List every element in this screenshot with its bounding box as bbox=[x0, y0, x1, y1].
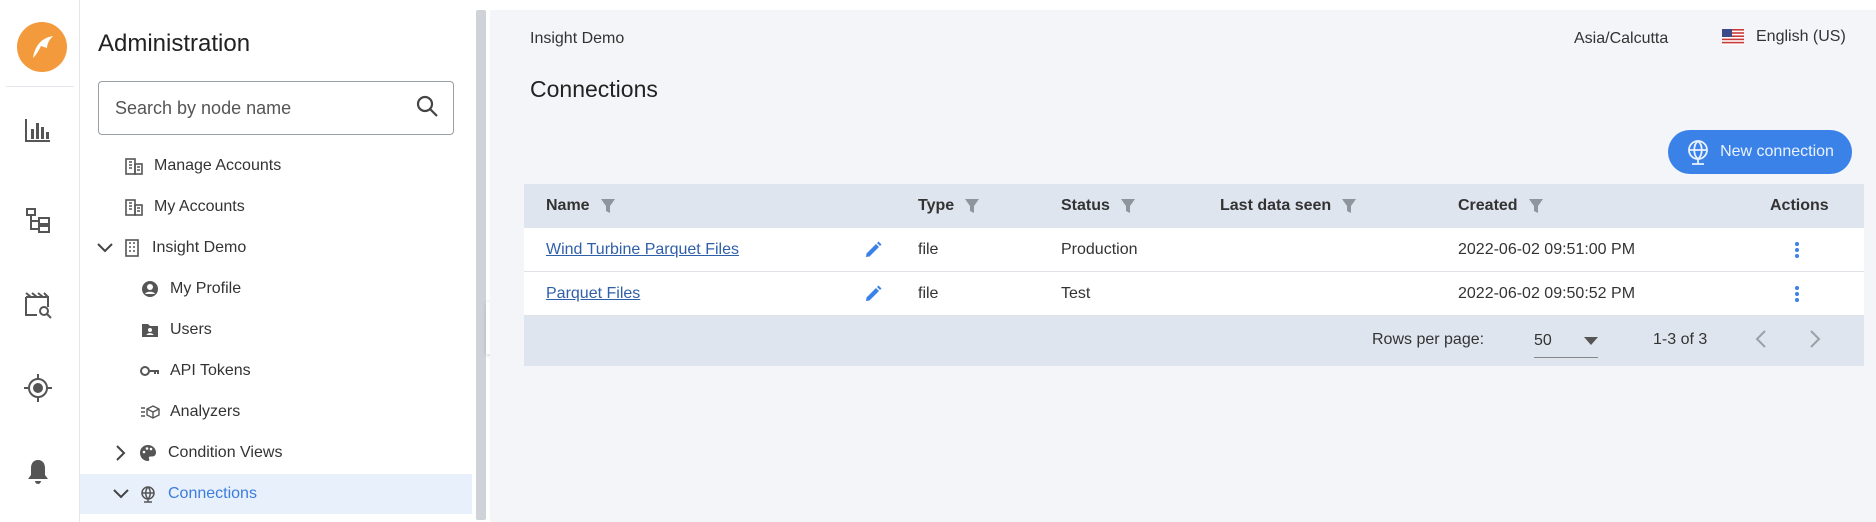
tree-item-connections[interactable]: Connections bbox=[80, 474, 472, 514]
users-folder-icon bbox=[140, 320, 160, 340]
location-target-icon[interactable] bbox=[20, 370, 56, 406]
timezone-label[interactable]: Asia/Calcutta bbox=[1574, 30, 1668, 48]
tree-item-insight-demo[interactable]: Insight Demo bbox=[80, 228, 472, 268]
pagination-range: 1-3 of 3 bbox=[1653, 331, 1708, 348]
tree-item-label: API Tokens bbox=[170, 362, 251, 379]
search-icon[interactable] bbox=[415, 94, 439, 123]
table-pagination: Rows per page: 50 1-3 of 3 bbox=[524, 316, 1864, 366]
tree-item-condition-views[interactable]: Condition Views bbox=[80, 433, 472, 473]
tree-scrollbar[interactable] bbox=[476, 10, 486, 520]
cell-name: Wind Turbine Parquet Files bbox=[546, 228, 739, 272]
column-header-name[interactable]: Name bbox=[546, 184, 616, 228]
cell-type: file bbox=[918, 241, 939, 258]
icon-rail bbox=[0, 0, 80, 522]
search-box[interactable] bbox=[98, 81, 454, 135]
tree-item-label: Connections bbox=[168, 485, 257, 502]
tree-item-analyzers[interactable]: Analyzers bbox=[80, 392, 472, 432]
hierarchy-tree-icon[interactable] bbox=[20, 202, 56, 238]
language-label: English (US) bbox=[1756, 28, 1846, 45]
tree-item-label: Users bbox=[170, 321, 212, 338]
table-row: Parquet Files file Test 2022-06-02 09:50… bbox=[524, 272, 1864, 316]
palette-icon bbox=[138, 443, 158, 463]
column-header-created[interactable]: Created bbox=[1458, 184, 1544, 228]
tree-item-api-tokens[interactable]: API Tokens bbox=[80, 351, 472, 391]
language-selector[interactable]: English (US) bbox=[1722, 28, 1846, 46]
apartment-building-icon bbox=[122, 238, 142, 258]
tree-item-label: My Profile bbox=[170, 280, 242, 297]
page-title: Connections bbox=[530, 76, 658, 102]
cell-type: file bbox=[918, 285, 939, 302]
edit-pencil-icon[interactable] bbox=[864, 272, 882, 316]
tree-item-label: Manage Accounts bbox=[154, 157, 282, 174]
globe-network-icon bbox=[138, 484, 158, 504]
column-header-status[interactable]: Status bbox=[1061, 184, 1136, 228]
table-row: Wind Turbine Parquet Files file Producti… bbox=[524, 228, 1864, 272]
key-icon bbox=[140, 361, 160, 381]
building-icon bbox=[124, 156, 144, 176]
analytics-chart-icon[interactable] bbox=[20, 112, 56, 148]
cell-name: Parquet Files bbox=[546, 272, 640, 316]
rows-per-page-select[interactable]: 50 bbox=[1534, 324, 1598, 358]
column-label: Type bbox=[918, 197, 955, 214]
tree-item-my-profile[interactable]: My Profile bbox=[80, 269, 472, 309]
column-label: Last data seen bbox=[1220, 197, 1332, 214]
column-header-last-data-seen[interactable]: Last data seen bbox=[1220, 184, 1357, 228]
sidebar-title: Administration bbox=[98, 30, 251, 57]
filter-icon[interactable] bbox=[1120, 198, 1136, 214]
tree-item-label: My Accounts bbox=[154, 198, 245, 215]
building-icon bbox=[124, 197, 144, 217]
table-header: Name Type Status Last data seen Created … bbox=[524, 184, 1864, 228]
tree-item-manage-accounts[interactable]: Manage Accounts bbox=[80, 146, 472, 186]
caret-down-icon bbox=[1584, 332, 1598, 350]
rows-per-page-value: 50 bbox=[1534, 331, 1552, 349]
previous-page-chevron-icon[interactable] bbox=[1754, 328, 1768, 355]
tree-item-label: Analyzers bbox=[170, 403, 241, 420]
filter-icon[interactable] bbox=[964, 198, 980, 214]
new-connection-label: New connection bbox=[1720, 143, 1834, 160]
chevron-right-icon[interactable] bbox=[112, 444, 130, 462]
column-label: Status bbox=[1061, 197, 1110, 214]
tree-item-label: Condition Views bbox=[168, 444, 283, 461]
tree-item-my-accounts[interactable]: My Accounts bbox=[80, 187, 472, 227]
analyzer-cube-icon bbox=[140, 402, 160, 422]
column-label: Actions bbox=[1770, 197, 1829, 214]
tree-item-label: Insight Demo bbox=[152, 239, 247, 256]
rail-divider bbox=[6, 86, 74, 87]
filter-icon[interactable] bbox=[600, 198, 616, 214]
cell-status: Test bbox=[1061, 285, 1091, 302]
tree-item-users[interactable]: Users bbox=[80, 310, 472, 350]
connection-name-link[interactable]: Wind Turbine Parquet Files bbox=[546, 241, 739, 259]
app-logo-icon[interactable] bbox=[17, 22, 67, 72]
admin-tree-panel: Administration Manage Accounts My Accoun… bbox=[80, 0, 476, 522]
chevron-down-icon[interactable] bbox=[112, 485, 130, 503]
chevron-down-icon[interactable] bbox=[96, 239, 114, 257]
edit-pencil-icon[interactable] bbox=[864, 228, 882, 272]
next-page-chevron-icon[interactable] bbox=[1808, 328, 1822, 355]
filter-icon[interactable] bbox=[1528, 198, 1544, 214]
cell-status: Production bbox=[1061, 241, 1138, 258]
notification-bell-icon[interactable] bbox=[20, 454, 56, 490]
column-header-type[interactable]: Type bbox=[918, 184, 980, 228]
media-search-icon[interactable] bbox=[20, 286, 56, 322]
main-content: Insight Demo Asia/Calcutta English (US) … bbox=[490, 10, 1876, 522]
column-header-actions: Actions bbox=[1770, 184, 1829, 228]
new-connection-button[interactable]: New connection bbox=[1668, 130, 1852, 174]
us-flag-icon bbox=[1722, 29, 1744, 45]
cell-created: 2022-06-02 09:50:52 PM bbox=[1458, 285, 1636, 302]
connection-name-link[interactable]: Parquet Files bbox=[546, 285, 640, 303]
rows-per-page-label: Rows per page: bbox=[1372, 331, 1485, 348]
search-input[interactable] bbox=[115, 97, 415, 119]
globe-network-icon bbox=[1686, 139, 1710, 165]
account-circle-icon bbox=[140, 279, 160, 299]
filter-icon[interactable] bbox=[1341, 198, 1357, 214]
row-actions-kebab-icon[interactable] bbox=[1794, 228, 1800, 272]
row-actions-kebab-icon[interactable] bbox=[1794, 272, 1800, 316]
column-label: Created bbox=[1458, 197, 1518, 214]
cell-created: 2022-06-02 09:51:00 PM bbox=[1458, 241, 1636, 258]
column-label: Name bbox=[546, 197, 590, 214]
org-name: Insight Demo bbox=[530, 30, 625, 47]
connections-table: Name Type Status Last data seen Created … bbox=[524, 184, 1864, 366]
